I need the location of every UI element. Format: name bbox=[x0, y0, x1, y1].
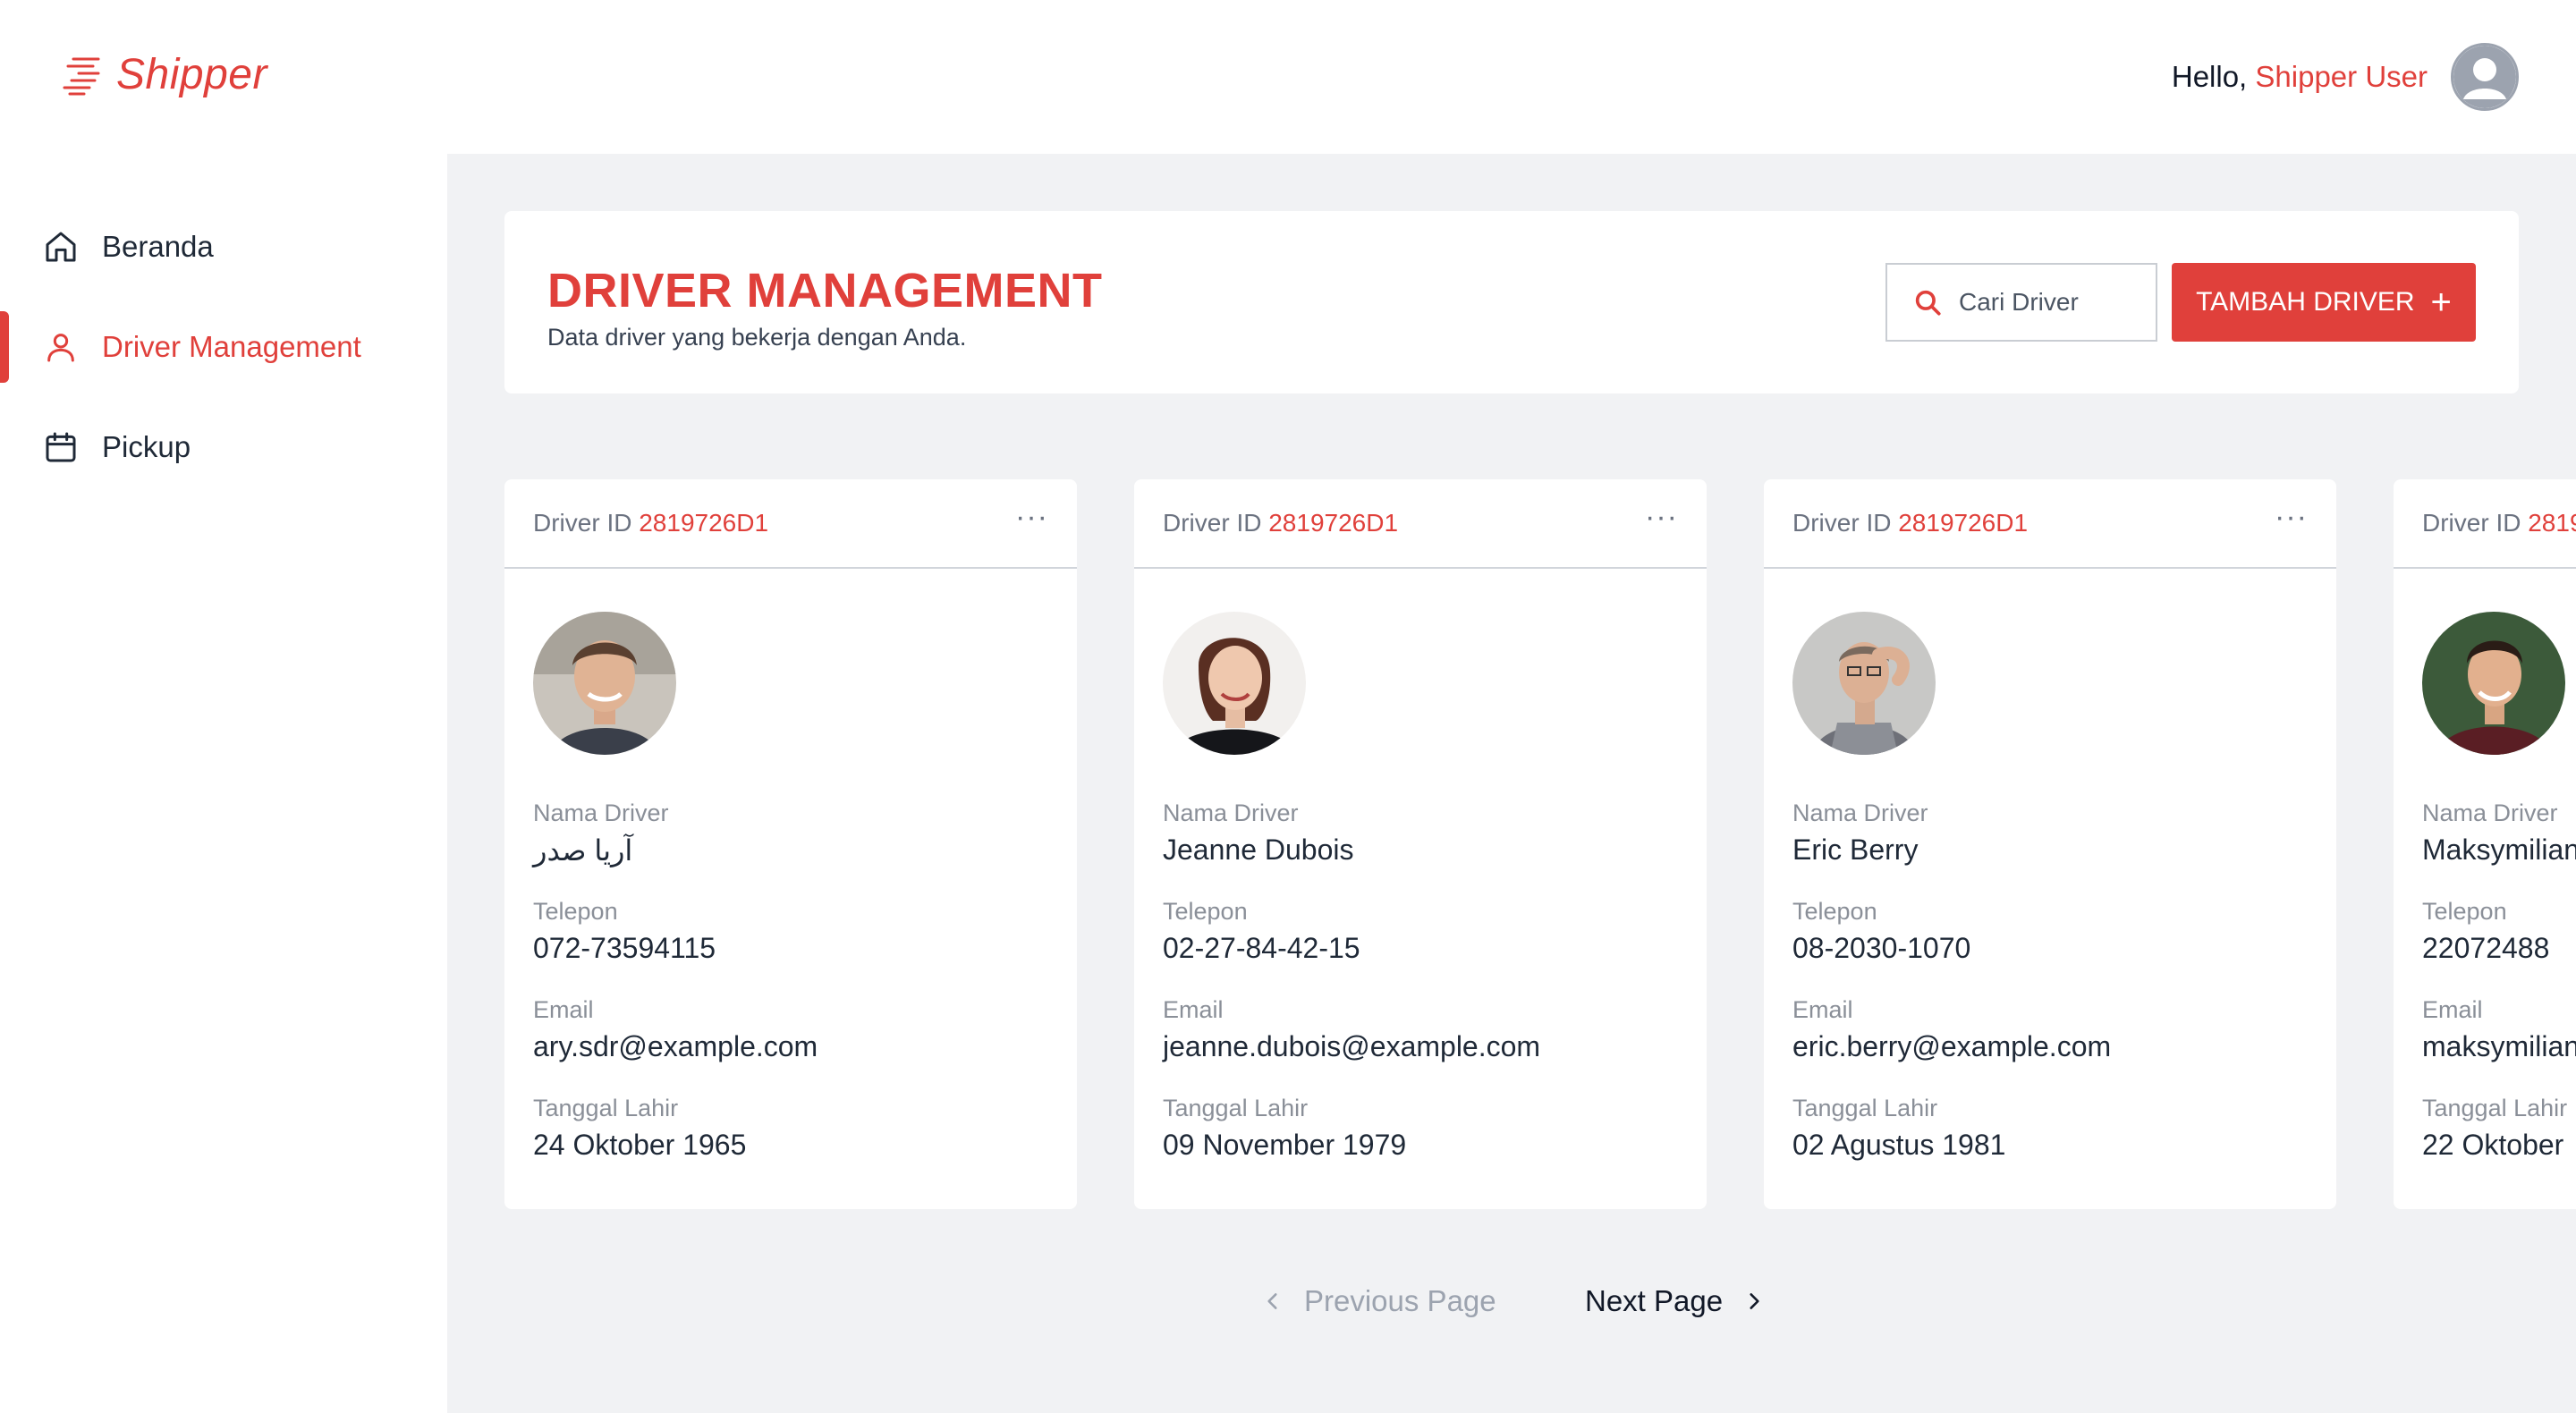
user-avatar-icon bbox=[2453, 46, 2516, 108]
phone-label: Telepon bbox=[2422, 898, 2507, 925]
user-name[interactable]: Shipper User bbox=[2255, 60, 2428, 93]
email-label: Email bbox=[2422, 996, 2483, 1023]
driver-birthdate: 02 Agustus 1981 bbox=[1792, 1129, 2006, 1161]
email-label: Email bbox=[533, 996, 594, 1023]
sidebar-item-label: Beranda bbox=[102, 230, 214, 263]
add-driver-button[interactable]: TAMBAH DRIVER + bbox=[2172, 263, 2476, 342]
birthdate-label: Tanggal Lahir bbox=[1163, 1095, 1309, 1121]
driver-email: eric.berry@example.com bbox=[1792, 1030, 2112, 1062]
phone-label: Telepon bbox=[533, 898, 618, 925]
page-subtitle: Data driver yang bekerja dengan Anda. bbox=[547, 324, 967, 351]
birthdate-label: Tanggal Lahir bbox=[1792, 1095, 1938, 1121]
greeting: Hello, Shipper User bbox=[2172, 60, 2428, 94]
driver-birthdate: 24 Oktober 1965 bbox=[533, 1129, 747, 1161]
chevron-right-icon bbox=[1750, 1293, 1759, 1309]
sidebar-item-pickup[interactable]: Pickup bbox=[0, 411, 447, 483]
page-header: DRIVER MANAGEMENT Data driver yang beker… bbox=[504, 211, 2519, 393]
sidebar-item-label: Driver Management bbox=[102, 330, 361, 363]
sidebar-item-driver-management[interactable]: Driver Management bbox=[0, 311, 447, 383]
chevron-left-icon bbox=[1267, 1293, 1277, 1309]
driver-name: Eric Berry bbox=[1792, 833, 1919, 866]
driver-birthdate: 09 November 1979 bbox=[1163, 1129, 1407, 1161]
driver-birthdate: 22 Oktober bbox=[2422, 1129, 2564, 1161]
card-header: Driver ID 2819726D1 ··· bbox=[504, 479, 1077, 569]
birthdate-label: Tanggal Lahir bbox=[2422, 1095, 2568, 1121]
driver-email: ary.sdr@example.com bbox=[533, 1030, 818, 1062]
driver-photo bbox=[2422, 612, 2565, 755]
logo[interactable]: Shipper bbox=[59, 50, 267, 99]
driver-name: Jeanne Dubois bbox=[1163, 833, 1354, 866]
home-icon bbox=[46, 232, 76, 262]
email-label: Email bbox=[1792, 996, 1853, 1023]
greeting-text: Hello, bbox=[2171, 60, 2248, 93]
birthdate-label: Tanggal Lahir bbox=[533, 1095, 679, 1121]
driver-id-value: 2819726D1 bbox=[1898, 509, 2029, 537]
driver-id-label: Driver ID bbox=[533, 509, 632, 537]
driver-id: Driver ID 2819726D1 bbox=[533, 509, 768, 537]
add-driver-label: TAMBAH DRIVER bbox=[2196, 287, 2415, 317]
email-label: Email bbox=[1163, 996, 1224, 1023]
driver-card: Driver ID 2819726D1 ··· Nama Driver آریا… bbox=[504, 479, 1077, 1209]
driver-phone: 22072488 bbox=[2422, 932, 2550, 964]
previous-page-label: Previous Page bbox=[1304, 1284, 1496, 1317]
driver-cards: Driver ID 2819726D1 ··· Nama Driver آریا… bbox=[504, 479, 2576, 1213]
driver-phone: 02-27-84-42-15 bbox=[1163, 932, 1360, 964]
driver-phone: 072-73594115 bbox=[533, 932, 716, 964]
driver-card: Driver ID 2819726D1 ··· Nama Driver Eric… bbox=[1764, 479, 2336, 1209]
driver-phone: 08-2030-1070 bbox=[1792, 932, 1971, 964]
name-label: Nama Driver bbox=[533, 800, 669, 826]
sidebar-item-beranda[interactable]: Beranda bbox=[0, 211, 447, 283]
avatar[interactable] bbox=[2451, 43, 2519, 111]
driver-id: Driver ID 2819726D1 bbox=[1792, 509, 2028, 537]
driver-photo bbox=[533, 612, 676, 755]
driver-id-label: Driver ID bbox=[1163, 509, 1262, 537]
sidebar-item-label: Pickup bbox=[102, 430, 191, 463]
card-header: Driver ID 2819726D1 ··· bbox=[2394, 479, 2576, 569]
driver-id-label: Driver ID bbox=[2422, 509, 2521, 537]
calendar-icon bbox=[46, 432, 76, 462]
previous-page-button[interactable]: Previous Page bbox=[1261, 1284, 1496, 1318]
driver-id: Driver ID 2819726D1 bbox=[1163, 509, 1398, 537]
driver-card: Driver ID 2819726D1 ··· Nama Driver Jean… bbox=[1134, 479, 1707, 1209]
name-label: Nama Driver bbox=[2422, 800, 2558, 826]
more-options-icon[interactable]: ··· bbox=[1015, 502, 1048, 545]
driver-id-label: Driver ID bbox=[1792, 509, 1892, 537]
driver-photo bbox=[1792, 612, 1936, 755]
search-icon bbox=[1915, 290, 1941, 316]
phone-label: Telepon bbox=[1792, 898, 1877, 925]
card-header: Driver ID 2819726D1 ··· bbox=[1764, 479, 2336, 569]
driver-id-value: 2819726D1 bbox=[639, 509, 769, 537]
logo-icon bbox=[63, 57, 100, 95]
name-label: Nama Driver bbox=[1792, 800, 1928, 826]
user-icon bbox=[47, 334, 74, 362]
search-input[interactable] bbox=[1959, 288, 2138, 317]
driver-email: jeanne.dubois@example.com bbox=[1163, 1030, 1541, 1062]
driver-email: maksymilian bbox=[2422, 1030, 2576, 1062]
next-page-button[interactable]: Next Page bbox=[1585, 1284, 1766, 1318]
main-content: DRIVER MANAGEMENT Data driver yang beker… bbox=[447, 154, 2576, 1413]
driver-name: آریا صدر bbox=[533, 834, 633, 867]
more-options-icon[interactable]: ··· bbox=[2275, 502, 2308, 545]
sidebar: Beranda Driver Management Pickup bbox=[0, 154, 447, 1413]
pagination: Previous Page Next Page bbox=[447, 1277, 2576, 1331]
search-box[interactable] bbox=[1885, 263, 2157, 342]
driver-card: Driver ID 2819726D1 ··· Nama Driver Maks… bbox=[2394, 479, 2576, 1209]
user-area: Hello, Shipper User bbox=[2172, 43, 2519, 111]
page-title: DRIVER MANAGEMENT bbox=[547, 264, 1103, 317]
app-name: Shipper bbox=[116, 51, 267, 98]
plus-icon: + bbox=[2430, 283, 2452, 322]
name-label: Nama Driver bbox=[1163, 800, 1299, 826]
top-bar: Shipper Hello, Shipper User bbox=[0, 0, 2576, 154]
driver-name: Maksymilian bbox=[2422, 833, 2576, 866]
next-page-label: Next Page bbox=[1585, 1284, 1724, 1317]
driver-photo bbox=[1163, 612, 1306, 755]
driver-id-value: 2819726D1 bbox=[2528, 509, 2576, 537]
driver-id-value: 2819726D1 bbox=[1268, 509, 1399, 537]
driver-id: Driver ID 2819726D1 bbox=[2422, 509, 2576, 537]
more-options-icon[interactable]: ··· bbox=[1645, 502, 1678, 545]
phone-label: Telepon bbox=[1163, 898, 1248, 925]
card-header: Driver ID 2819726D1 ··· bbox=[1134, 479, 1707, 569]
